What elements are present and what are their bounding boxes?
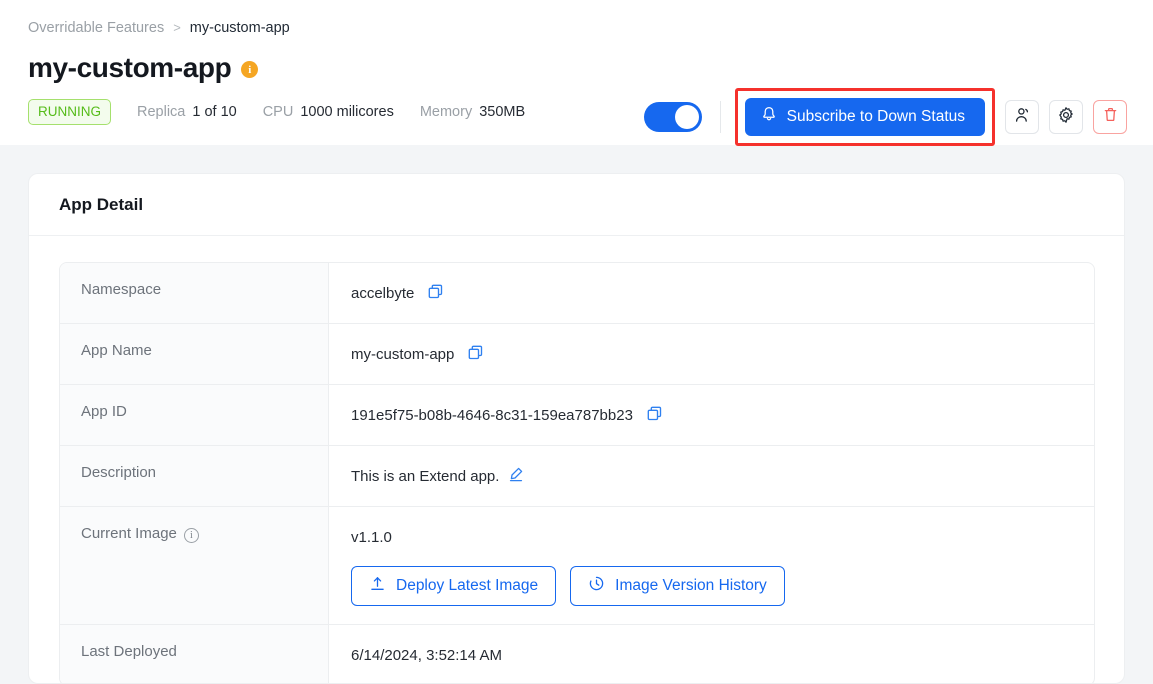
row-value-app-name: my-custom-app	[329, 324, 1094, 384]
row-value-description: This is an Extend app.	[329, 446, 1094, 506]
row-value-app-id: 191e5f75-b08b-4646-8c31-159ea787bb23	[329, 385, 1094, 445]
description-value: This is an Extend app.	[351, 467, 500, 485]
row-value-last-deployed: 6/14/2024, 3:52:14 AM	[329, 625, 1094, 683]
deploy-latest-image-button[interactable]: Deploy Latest Image	[351, 566, 557, 606]
last-deployed-value: 6/14/2024, 3:52:14 AM	[351, 646, 502, 664]
upload-icon	[369, 575, 386, 597]
meta-replica: Replica 1 of 10	[137, 104, 237, 120]
table-row: Description This is an Extend app.	[60, 446, 1094, 507]
image-version-history-button[interactable]: Image Version History	[570, 566, 785, 606]
meta-memory-label: Memory	[419, 104, 473, 120]
app-detail-card: App Detail Namespace accelbyte App Name …	[28, 173, 1125, 684]
breadcrumb-current: my-custom-app	[189, 20, 290, 36]
row-label-last-deployed: Last Deployed	[60, 625, 329, 683]
meta-memory-value: 350MB	[479, 104, 526, 120]
image-version-history-label: Image Version History	[615, 577, 767, 594]
meta-cpu: CPU 1000 milicores	[263, 104, 394, 120]
copy-icon[interactable]	[467, 344, 484, 365]
row-label-namespace: Namespace	[60, 263, 329, 323]
app-detail-table: Namespace accelbyte App Name my-custom-a…	[59, 262, 1095, 683]
subscribe-button-label: Subscribe to Down Status	[786, 108, 965, 125]
current-image-value: v1.1.0	[351, 528, 392, 546]
header-actions: Subscribe to Down Status	[643, 88, 1127, 146]
breadcrumb: Overridable Features > my-custom-app	[28, 18, 1125, 38]
namespace-value: accelbyte	[351, 284, 415, 302]
row-label-app-id: App ID	[60, 385, 329, 445]
current-image-actions: Deploy Latest Image Image Version Histor	[351, 566, 1094, 606]
table-row: Current Image i v1.1.0 Deploy Latest Ima…	[60, 507, 1094, 625]
row-label-description: Description	[60, 446, 329, 506]
row-label-current-image: Current Image i	[60, 507, 329, 624]
meta-memory: Memory 350MB	[420, 104, 525, 120]
pencil-icon[interactable]	[508, 466, 524, 486]
subscribe-to-down-status-button[interactable]: Subscribe to Down Status	[744, 98, 985, 136]
subscribe-highlight-box: Subscribe to Down Status	[734, 88, 995, 146]
page-title: my-custom-app	[28, 52, 232, 83]
copy-icon[interactable]	[427, 283, 444, 304]
card-header: App Detail	[29, 174, 1124, 236]
user-icon	[1013, 106, 1031, 129]
meta-cpu-label: CPU	[262, 104, 294, 120]
card-body: Namespace accelbyte App Name my-custom-a…	[29, 236, 1124, 683]
status-badge: RUNNING	[28, 99, 111, 125]
app-id-value: 191e5f75-b08b-4646-8c31-159ea787bb23	[351, 406, 633, 424]
meta-replica-label: Replica	[137, 104, 186, 120]
table-row: App ID 191e5f75-b08b-4646-8c31-159ea787b…	[60, 385, 1094, 446]
trash-icon	[1102, 106, 1119, 128]
copy-icon[interactable]	[646, 405, 663, 426]
meta-replica-value: 1 of 10	[192, 104, 237, 120]
history-clock-icon	[588, 575, 605, 597]
delete-app-button[interactable]	[1093, 100, 1127, 134]
manage-access-button[interactable]	[1005, 100, 1039, 134]
row-label-app-name: App Name	[60, 324, 329, 384]
meta-cpu-value: 1000 milicores	[300, 104, 394, 120]
table-row: Last Deployed 6/14/2024, 3:52:14 AM	[60, 625, 1094, 683]
current-image-label-text: Current Image	[81, 525, 177, 542]
actions-divider	[719, 101, 721, 133]
page-header: Overridable Features > my-custom-app my-…	[0, 0, 1153, 146]
table-row: App Name my-custom-app	[60, 324, 1094, 385]
breadcrumb-separator: >	[173, 20, 181, 35]
app-name-value: my-custom-app	[351, 345, 455, 363]
settings-button[interactable]	[1049, 100, 1083, 134]
table-row: Namespace accelbyte	[60, 263, 1094, 324]
row-value-namespace: accelbyte	[329, 263, 1094, 323]
info-circle-icon[interactable]: i	[183, 528, 199, 543]
page-body: App Detail Namespace accelbyte App Name …	[0, 145, 1153, 684]
info-circle-icon[interactable]: i	[241, 61, 259, 78]
title-row: my-custom-app i	[28, 50, 1125, 86]
row-value-current-image: v1.1.0 Deploy Latest Image Image Version…	[329, 507, 1094, 624]
card-title: App Detail	[59, 194, 144, 214]
deploy-latest-image-label: Deploy Latest Image	[396, 577, 539, 594]
breadcrumb-parent-link[interactable]: Overridable Features	[28, 18, 164, 38]
app-enabled-toggle[interactable]	[643, 102, 702, 132]
bell-icon	[761, 106, 777, 128]
gear-icon	[1057, 106, 1075, 129]
toggle-knob	[674, 105, 699, 129]
